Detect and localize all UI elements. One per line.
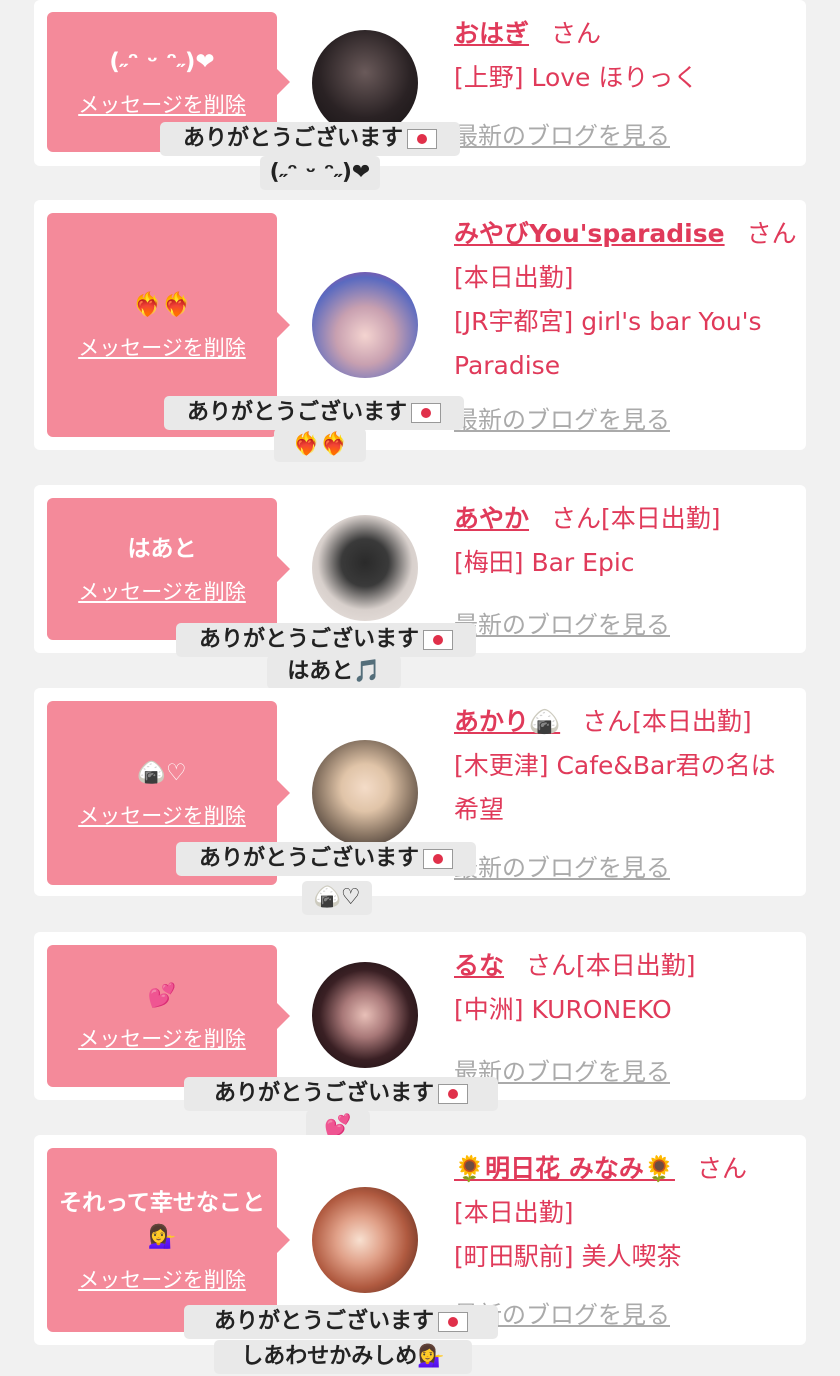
blog-link[interactable]: 最新のブログを見る (454, 400, 670, 435)
honorific: さん (746, 219, 797, 248)
message-text: ❤️‍🔥❤️‍🔥 (133, 292, 191, 318)
blog-link[interactable]: 最新のブログを見る (454, 605, 670, 640)
avatar[interactable] (312, 272, 418, 378)
love-letter-icon (407, 129, 437, 149)
on-duty-tag: [本日出勤] (576, 951, 696, 980)
shop-label: [町田駅前] 美人喫茶 (454, 1242, 682, 1271)
reply-label: ❤️‍🔥❤️‍🔥 (274, 428, 366, 462)
message-text: 💕 (147, 983, 177, 1009)
cast-name-link[interactable]: あかり🍙 (454, 707, 560, 736)
profile-info: るな さん[本日出勤] [中洲] KURONEKO (454, 944, 799, 1032)
shop-label: [木更津] Cafe&Bar君の名は希望 (454, 751, 776, 824)
on-duty-tag: [本日出勤] (454, 263, 574, 292)
message-text: はあと (127, 536, 197, 562)
thanks-text: ありがとうございます (198, 846, 419, 871)
message-card: ❤️‍🔥❤️‍🔥 メッセージを削除 みやびYou'sparadise さん [本日出… (34, 200, 806, 462)
reply-label: (˶ᵔ ᵕ ᵔ˶)❤ (260, 156, 380, 190)
delete-message-link[interactable]: メッセージを削除 (78, 1264, 246, 1294)
reply-label: はあと🎵 (267, 655, 401, 689)
blog-link[interactable]: 最新のブログを見る (454, 116, 670, 151)
avatar[interactable] (312, 1187, 418, 1293)
cast-name-link[interactable]: あやか (454, 504, 529, 533)
on-duty-tag: [本日出勤] (454, 1198, 574, 1227)
thanks-text: ありがとうございます (182, 126, 403, 151)
avatar[interactable] (312, 515, 418, 621)
thanks-label: ありがとうございます (164, 396, 464, 430)
thanks-text: ありがとうございます (213, 1081, 434, 1106)
avatar[interactable] (312, 740, 418, 846)
honorific: さん (551, 504, 602, 533)
thanks-text: ありがとうございます (198, 627, 419, 652)
love-letter-icon (423, 849, 453, 869)
love-letter-icon (423, 630, 453, 650)
on-duty-tag: [本日出勤] (632, 707, 752, 736)
shop-label: [梅田] Bar Epic (454, 548, 635, 577)
love-letter-icon (438, 1312, 468, 1332)
message-card: 🍙♡ メッセージを削除 あかり🍙 さん[本日出勤] [木更津] Cafe&Bar君… (34, 688, 806, 915)
message-card: それって幸せなこと💁‍♀️ メッセージを削除 🌻明日花 みなみ🌻 さん [本日出勤… (34, 1135, 806, 1374)
message-text: 🍙♡ (137, 760, 187, 786)
cast-name-link[interactable]: 🌻明日花 みなみ🌻 (454, 1154, 675, 1183)
on-duty-tag: [本日出勤] (601, 504, 721, 533)
profile-info: みやびYou'sparadise さん [本日出勤] [JR宇都宮] girl's … (454, 212, 799, 388)
thanks-label: ありがとうございます (184, 1077, 498, 1111)
love-letter-icon (411, 403, 441, 423)
message-text: それって幸せなこと💁‍♀️ (59, 1190, 265, 1250)
reply-label: しあわせかみしめ💁‍♀️ (214, 1340, 472, 1374)
message-bubble: 💕 メッセージを削除 (47, 945, 290, 1087)
honorific: さん (526, 951, 577, 980)
thanks-text: ありがとうございます (186, 400, 407, 425)
thanks-label: ありがとうございます (160, 122, 460, 156)
profile-info: 🌻明日花 みなみ🌻 さん [本日出勤] [町田駅前] 美人喫茶 (454, 1147, 799, 1279)
avatar[interactable] (312, 962, 418, 1068)
thanks-label: ありがとうございます (176, 623, 476, 657)
cast-name-link[interactable]: おはぎ (454, 19, 529, 48)
delete-message-link[interactable]: メッセージを削除 (78, 576, 246, 606)
love-letter-icon (438, 1084, 468, 1104)
message-card: (˶ᵔ ᵕ ᵔ˶)❤ メッセージを削除 おはぎ さん [上野] Love ほりっく… (34, 0, 806, 190)
delete-message-link[interactable]: メッセージを削除 (78, 1023, 246, 1053)
honorific: さん (551, 19, 602, 48)
delete-message-link[interactable]: メッセージを削除 (78, 332, 246, 362)
delete-message-link[interactable]: メッセージを削除 (78, 800, 246, 830)
reply-label: 🍙♡ (302, 881, 372, 915)
cast-name-link[interactable]: るな (454, 951, 504, 980)
thanks-label: ありがとうございます (176, 842, 476, 876)
profile-info: あかり🍙 さん[本日出勤] [木更津] Cafe&Bar君の名は希望 (454, 700, 799, 832)
delete-message-link[interactable]: メッセージを削除 (78, 89, 246, 119)
shop-label: [上野] Love ほりっく (454, 63, 699, 92)
shop-label: [中洲] KURONEKO (454, 995, 672, 1024)
profile-info: あやか さん[本日出勤] [梅田] Bar Epic (454, 497, 799, 585)
avatar[interactable] (312, 30, 418, 136)
honorific: さん (696, 1154, 747, 1183)
thanks-text: ありがとうございます (213, 1309, 434, 1334)
blog-link[interactable]: 最新のブログを見る (454, 848, 670, 883)
profile-info: おはぎ さん [上野] Love ほりっく (454, 12, 799, 100)
cast-name-link[interactable]: みやびYou'sparadise (454, 219, 725, 248)
message-card: はあと メッセージを削除 あやか さん[本日出勤] [梅田] Bar Epic 最… (34, 485, 806, 689)
message-bubble: はあと メッセージを削除 (47, 498, 290, 640)
shop-label: [JR宇都宮] girl's bar You's Paradise (454, 307, 762, 380)
message-text: (˶ᵔ ᵕ ᵔ˶)❤ (109, 49, 215, 75)
honorific: さん (582, 707, 633, 736)
message-card: 💕 メッセージを削除 るな さん[本日出勤] [中洲] KURONEKO 最新のブ… (34, 932, 806, 1144)
thanks-label: ありがとうございます (184, 1305, 498, 1339)
